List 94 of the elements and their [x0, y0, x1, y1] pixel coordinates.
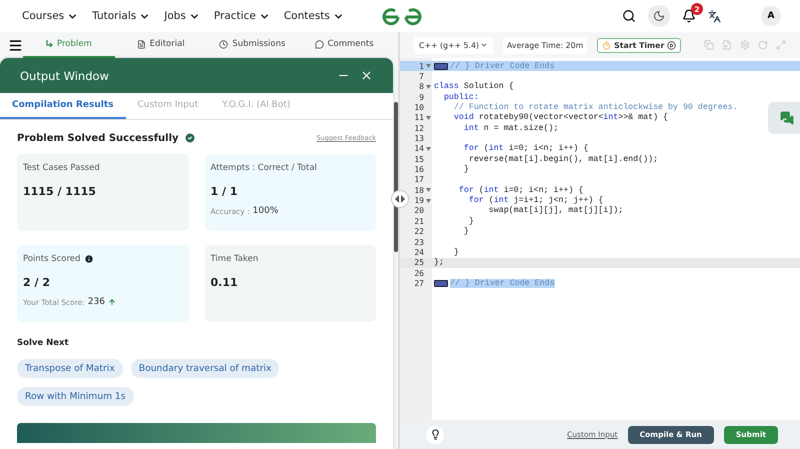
code-line: // Function to rotate matrix anticlockwise by 90 degrees.: [452, 103, 738, 112]
line-number: 11: [413, 113, 424, 122]
line-number: 21: [413, 216, 424, 226]
line-number: 10: [413, 103, 424, 112]
comment-icon: [314, 40, 324, 48]
problem-chip[interactable]: Row with Minimum 1s: [17, 387, 134, 406]
fold-icon[interactable]: [426, 188, 430, 192]
code-line: for (int i=0; i<n; i++) {: [458, 186, 584, 195]
line-number: 23: [413, 238, 424, 247]
logo-icon[interactable]: [382, 6, 422, 26]
card-value: 1115 / 1115: [23, 185, 97, 198]
line-number: 14: [413, 144, 424, 154]
card-value: 1 / 1: [210, 185, 238, 198]
line-number: 26: [413, 268, 424, 278]
line-number: 19: [413, 196, 424, 206]
code-line: for (int i=0; i<n; i++) {: [462, 144, 588, 154]
window-title: Output Window: [20, 68, 109, 82]
clock-icon: [219, 40, 228, 48]
fold-marker-icon[interactable]: [434, 280, 448, 287]
problem-tab[interactable]: Comments: [298, 32, 390, 58]
code-line: reverse(mat[i].begin(), mat[i].end());: [468, 154, 658, 164]
problem-chip[interactable]: Boundary traversal of matrix: [130, 359, 280, 378]
translate-icon[interactable]: [708, 10, 721, 22]
line-number: 1: [418, 62, 424, 71]
fold-icon[interactable]: [426, 64, 430, 68]
card-value: 0.11: [210, 276, 239, 289]
lightbulb-icon: [430, 429, 440, 440]
branch-icon: [46, 40, 53, 48]
code-line: class Solution {: [434, 82, 514, 92]
lightbulb-button[interactable]: [426, 426, 444, 444]
fold-marker-icon[interactable]: [434, 62, 448, 70]
code-line: }: [462, 227, 469, 236]
bell-icon[interactable]: [682, 9, 696, 23]
theme-button[interactable]: [648, 5, 670, 27]
menu-icon[interactable]: [8, 38, 23, 52]
card-label: Time Taken: [210, 254, 258, 264]
status-text: Problem Solved Successfully: [17, 132, 179, 144]
line-number: 27: [413, 278, 424, 288]
line-number: 13: [413, 134, 424, 144]
fold-icon[interactable]: [426, 84, 430, 89]
line-number: 8: [418, 82, 424, 92]
problem-tab[interactable]: Submissions: [206, 32, 298, 58]
user-avatar[interactable]: A: [761, 6, 781, 26]
play-icon: [667, 40, 676, 50]
sub-value: 236: [88, 297, 106, 307]
code-line: int n = mat.size();: [462, 124, 558, 133]
code-line: }: [462, 165, 469, 174]
code-line: }: [468, 216, 474, 226]
output-tab[interactable]: Compilation Results: [0, 93, 126, 119]
code-line: for (int j=i+1; j<n; j++) {: [468, 196, 604, 206]
problem-chip[interactable]: Transpose of Matrix: [17, 359, 123, 378]
card-label: Test Cases Passed: [23, 163, 100, 173]
code-line: }: [452, 248, 459, 257]
nav-menu[interactable]: Contests: [284, 10, 344, 22]
card-label: Attempts : Correct / Total: [210, 163, 317, 173]
promo-banner[interactable]: [17, 423, 376, 443]
code-line: void rotateby90(vector<vector<int>>& mat) {: [452, 113, 668, 122]
nav-menu[interactable]: Courses: [22, 10, 78, 22]
code-line: };: [434, 258, 444, 268]
info-icon[interactable]: [84, 254, 94, 264]
line-number: 24: [413, 248, 424, 257]
check-icon: [184, 132, 196, 144]
chat-button[interactable]: [768, 102, 800, 134]
line-number: 17: [413, 175, 424, 184]
document-icon: [136, 40, 146, 48]
code-line: // } Driver Code Ends: [450, 62, 555, 71]
problem-tab[interactable]: Editorial: [114, 32, 206, 58]
sub-value: 100%: [252, 206, 278, 216]
nav-menu[interactable]: Tutorials: [92, 10, 150, 22]
line-number: 20: [413, 206, 424, 216]
line-number: 9: [418, 92, 424, 102]
caret-icon: [480, 41, 488, 49]
card-label: Points Scored: [23, 254, 80, 264]
nav-menu[interactable]: Jobs: [164, 10, 200, 22]
line-number: 25: [413, 258, 424, 268]
fold-icon[interactable]: [426, 198, 430, 203]
nav-menu[interactable]: Practice: [214, 10, 270, 22]
line-number: 7: [418, 72, 424, 82]
timer-icon: [602, 40, 612, 50]
line-number: 15: [413, 154, 424, 164]
line-number: 16: [413, 165, 424, 174]
line-number: 18: [413, 186, 424, 195]
card-value: 2 / 2: [23, 276, 51, 289]
line-number: 22: [413, 227, 424, 236]
close-icon[interactable]: [360, 69, 373, 82]
section-title: Solve Next: [17, 338, 70, 348]
fold-icon[interactable]: [426, 116, 430, 120]
fold-icon[interactable]: [426, 146, 430, 151]
code-line: public:: [442, 92, 479, 102]
moon-icon: [653, 10, 665, 22]
chat-icon: [780, 111, 794, 125]
search-icon[interactable]: [622, 9, 636, 23]
code-line: swap(mat[i][j], mat[j][i]);: [488, 206, 624, 216]
line-number: 12: [413, 124, 424, 133]
